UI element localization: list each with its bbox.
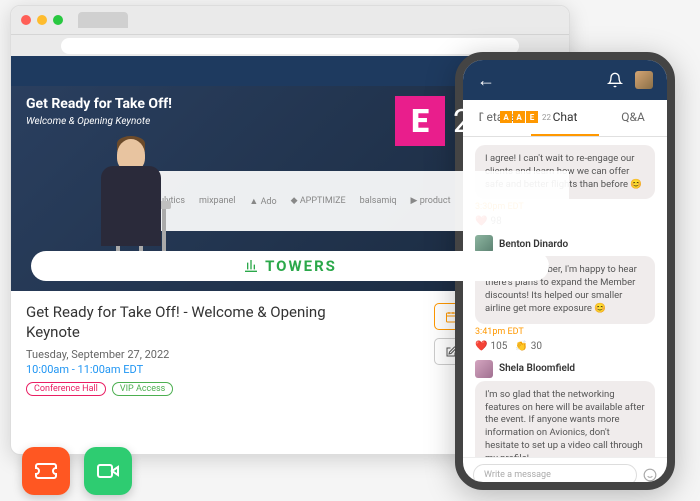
video-button[interactable]	[84, 447, 132, 495]
session-video[interactable]: Get Ready for Take Off! Welcome & Openin…	[11, 86, 569, 291]
aae-badge: A A E 22	[500, 111, 551, 123]
avatar[interactable]	[475, 360, 493, 378]
window-close-dot[interactable]	[21, 15, 31, 25]
building-icon	[243, 258, 259, 274]
phone-tabs: Details Chat Q&A	[463, 100, 667, 137]
window-min-dot[interactable]	[37, 15, 47, 25]
event-logo: E 22	[395, 96, 489, 146]
tab-qa[interactable]: Q&A	[599, 100, 667, 136]
browser-titlebar	[11, 6, 569, 34]
bell-icon[interactable]	[607, 72, 623, 88]
url-field[interactable]	[61, 38, 519, 54]
speaker-figure	[71, 116, 191, 246]
session-date: Tuesday, September 27, 2022	[26, 348, 326, 361]
emoji-icon[interactable]	[643, 468, 657, 482]
fab-row	[22, 447, 132, 495]
chat-message: Shela Bloomfield I'm so glad that the ne…	[475, 360, 655, 457]
hero-title: Get Ready for Take Off! Welcome & Openin…	[26, 96, 172, 128]
towers-banner: TOWERS	[31, 251, 549, 281]
session-title: Get Ready for Take Off! - Welcome & Open…	[26, 303, 326, 342]
reactions[interactable]: ❤️ 105 👏 30	[475, 341, 655, 352]
user-avatar[interactable]	[635, 71, 653, 89]
ticket-button[interactable]	[22, 447, 70, 495]
chat-input[interactable]: Write a message	[473, 464, 637, 486]
phone-header: ←	[463, 60, 667, 100]
tag-conference-hall[interactable]: Conference Hall	[26, 382, 106, 396]
chat-input-row: Write a message	[463, 457, 667, 490]
window-max-dot[interactable]	[53, 15, 63, 25]
session-time: 10:00am - 11:00am EDT	[26, 363, 326, 376]
back-icon[interactable]: ←	[477, 70, 495, 91]
tag-vip-access[interactable]: VIP Access	[112, 382, 173, 396]
browser-tab[interactable]	[78, 12, 128, 28]
